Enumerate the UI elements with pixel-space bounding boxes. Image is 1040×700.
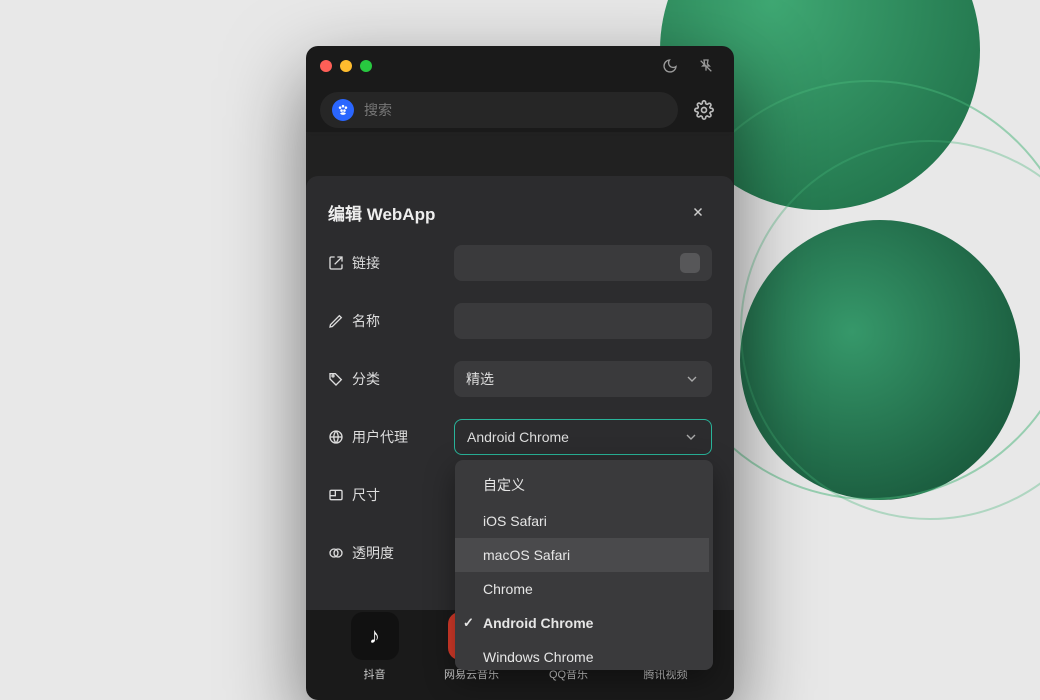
user-agent-option[interactable]: 自定义 xyxy=(455,466,709,504)
label-user-agent-text: 用户代理 xyxy=(352,427,408,447)
search-input[interactable]: 搜索 xyxy=(320,92,678,128)
theme-toggle-button[interactable] xyxy=(656,52,684,80)
external-link-icon xyxy=(328,255,344,271)
globe-icon xyxy=(328,429,344,445)
minimize-window-button[interactable] xyxy=(340,60,352,72)
gear-icon xyxy=(694,100,714,120)
aspect-ratio-icon xyxy=(328,487,344,503)
user-agent-option[interactable]: Windows Chrome xyxy=(455,640,709,670)
row-link: 链接 xyxy=(328,244,712,282)
dialog-title: 编辑 WebApp xyxy=(328,200,435,225)
maximize-window-button[interactable] xyxy=(360,60,372,72)
label-link-text: 链接 xyxy=(352,253,380,273)
chevron-down-icon xyxy=(684,371,700,387)
pin-toggle-button[interactable] xyxy=(692,52,720,80)
row-user-agent: 用户代理 Android Chrome 自定义iOS SafarimacOS S… xyxy=(328,418,712,456)
dialog-close-button[interactable] xyxy=(684,198,712,226)
label-user-agent: 用户代理 xyxy=(328,427,440,447)
titlebar xyxy=(306,46,734,86)
close-icon xyxy=(691,205,705,219)
user-agent-value: Android Chrome xyxy=(467,429,569,445)
opacity-icon xyxy=(328,545,344,561)
user-agent-option-label: macOS Safari xyxy=(483,547,570,563)
label-size: 尺寸 xyxy=(328,485,440,505)
tag-icon xyxy=(328,371,344,387)
check-icon: ✓ xyxy=(463,615,474,631)
label-category-text: 分类 xyxy=(352,369,380,389)
row-category: 分类 精选 xyxy=(328,360,712,398)
user-agent-option[interactable]: Chrome xyxy=(455,572,709,606)
user-agent-select[interactable]: Android Chrome 自定义iOS SafarimacOS Safari… xyxy=(454,419,712,455)
searchbar-row: 搜索 xyxy=(306,86,734,134)
label-size-text: 尺寸 xyxy=(352,485,380,505)
label-opacity: 透明度 xyxy=(328,543,440,563)
user-agent-option-label: iOS Safari xyxy=(483,513,547,529)
edit-webapp-sheet: 编辑 WebApp 链接 名称 xyxy=(306,176,734,610)
moon-icon xyxy=(662,58,678,74)
settings-button[interactable] xyxy=(688,94,720,126)
category-value: 精选 xyxy=(466,369,494,389)
app-window: 搜索 ♪抖音❂网易云音乐♫QQ音乐▶腾讯视频 编辑 WebApp 链接 xyxy=(306,46,734,700)
chevron-down-icon xyxy=(683,429,699,445)
category-select[interactable]: 精选 xyxy=(454,361,712,397)
user-agent-option-label: Chrome xyxy=(483,581,533,597)
user-agent-option[interactable]: iOS Safari xyxy=(455,504,709,538)
app-item[interactable]: ♪ 抖音 xyxy=(343,612,407,682)
dialog-overlay: 编辑 WebApp 链接 名称 xyxy=(306,132,734,610)
baidu-icon xyxy=(332,99,354,121)
label-opacity-text: 透明度 xyxy=(352,543,394,563)
window-controls xyxy=(320,60,372,72)
user-agent-option-label: Android Chrome xyxy=(483,615,593,631)
label-category: 分类 xyxy=(328,369,440,389)
user-agent-dropdown: 自定义 iOS Safari macOS Safari Chrome ✓ Android … xyxy=(455,460,713,670)
name-input[interactable] xyxy=(454,303,712,339)
close-window-button[interactable] xyxy=(320,60,332,72)
app-icon: ♪ xyxy=(351,612,399,660)
pencil-icon xyxy=(328,313,344,329)
user-agent-option[interactable]: macOS Safari xyxy=(455,538,709,572)
label-name: 名称 xyxy=(328,311,440,331)
row-name: 名称 xyxy=(328,302,712,340)
pin-off-icon xyxy=(698,58,714,74)
link-favicon-placeholder xyxy=(680,253,700,273)
user-agent-option[interactable]: ✓ Android Chrome xyxy=(455,606,709,640)
app-label: 抖音 xyxy=(364,666,386,682)
label-link: 链接 xyxy=(328,253,440,273)
user-agent-option-label: Windows Chrome xyxy=(483,649,593,665)
label-name-text: 名称 xyxy=(352,311,380,331)
user-agent-option-label: 自定义 xyxy=(483,475,525,495)
search-placeholder: 搜索 xyxy=(364,100,392,120)
link-input[interactable] xyxy=(454,245,712,281)
